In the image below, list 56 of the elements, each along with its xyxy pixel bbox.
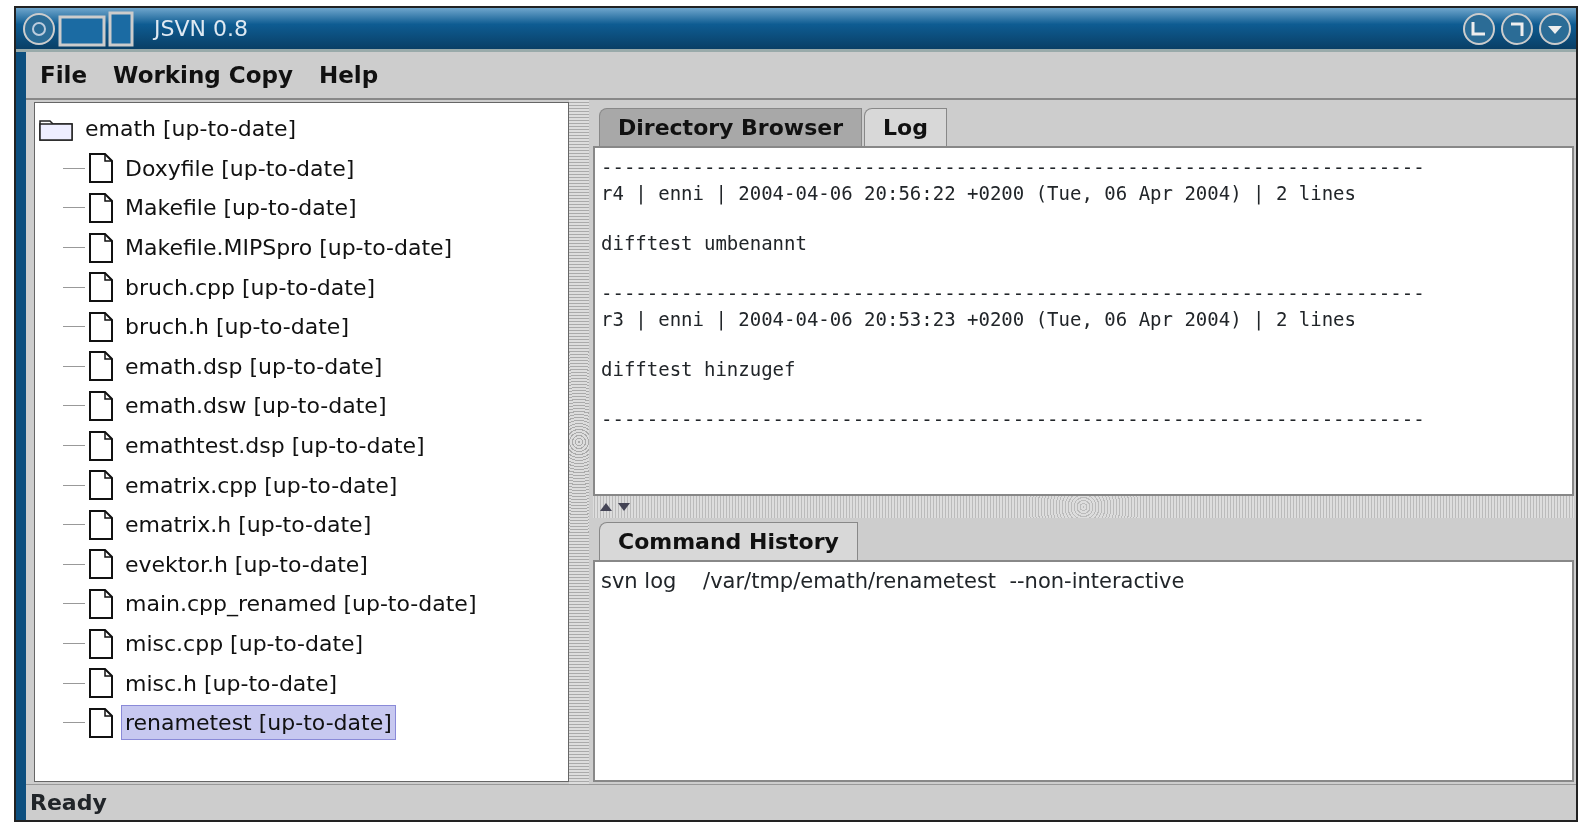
menu-item[interactable]: Help — [318, 57, 379, 93]
file-icon — [89, 628, 113, 659]
file-icon — [89, 232, 113, 263]
tab[interactable]: Directory Browser — [599, 108, 863, 146]
tree-item[interactable]: Doxyfile [up-to-date] — [121, 150, 359, 186]
tree-item[interactable]: misc.h [up-to-date] — [121, 665, 342, 701]
menu-item[interactable]: File — [40, 57, 88, 93]
file-icon — [89, 509, 113, 540]
minimize-icon[interactable] — [1462, 11, 1496, 46]
tree-item[interactable]: Makefile [up-to-date] — [121, 190, 361, 226]
file-icon — [89, 272, 113, 303]
log-message: difftest umbenannt — [601, 231, 808, 256]
window-title: JSVN 0.8 — [154, 15, 248, 43]
file-icon — [89, 390, 113, 421]
separator-line: ------------------------------------------------------------------------ — [601, 281, 1426, 306]
file-icon — [89, 588, 113, 619]
file-icon — [89, 193, 113, 223]
window-menu-icon[interactable] — [22, 11, 56, 46]
window-shade-icon[interactable] — [56, 10, 136, 47]
file-icon — [89, 470, 113, 501]
file-icon — [89, 668, 113, 699]
file-icon — [89, 351, 113, 382]
expand-down-icon[interactable] — [617, 502, 631, 512]
tree-item[interactable]: bruch.cpp [up-to-date] — [121, 269, 380, 305]
file-icon — [89, 549, 113, 580]
tree-item[interactable]: emath.dsw [up-to-date] — [121, 388, 391, 424]
tree-item[interactable]: Makefile.MIPSpro [up-to-date] — [121, 230, 457, 266]
file-icon — [89, 430, 113, 461]
tree-item[interactable]: renametest [up-to-date] — [121, 705, 396, 741]
log-entry-header: r4 | enni | 2004-04-06 20:56:22 +0200 (Tue, 06 Apr 2004) | 2 lines — [601, 181, 1357, 206]
file-icon — [89, 707, 113, 738]
close-icon[interactable] — [1538, 11, 1572, 46]
log-entry-header: r3 | enni | 2004-04-06 20:53:23 +0200 (Tue, 06 Apr 2004) | 2 lines — [601, 307, 1357, 332]
tree-item[interactable]: main.cpp_renamed [up-to-date] — [121, 586, 481, 622]
menu-item[interactable]: Working Copy — [113, 57, 293, 93]
tab[interactable]: Log — [864, 108, 947, 146]
tree-item[interactable]: emath [up-to-date] — [81, 111, 301, 147]
tree-item[interactable]: ematrix.cpp [up-to-date] — [121, 467, 402, 503]
file-icon — [89, 311, 113, 342]
tree-item[interactable]: misc.cpp [up-to-date] — [121, 626, 368, 661]
file-icon — [89, 153, 113, 184]
separator-line: ------------------------------------------------------------------------ — [601, 407, 1426, 432]
expand-up-icon[interactable] — [599, 502, 613, 512]
splitter-handle[interactable] — [593, 496, 1574, 518]
status-text: Ready — [30, 789, 107, 817]
tree-item[interactable]: bruch.h [up-to-date] — [121, 309, 353, 345]
command-entry: svn log /var/tmp/emath/renametest --non-interactive — [601, 568, 1186, 594]
splitter-handle[interactable] — [569, 100, 589, 784]
tree-item[interactable]: emath.dsp [up-to-date] — [121, 348, 387, 384]
log-message: difftest hinzugef — [601, 357, 797, 382]
maximize-icon[interactable] — [1500, 11, 1534, 46]
tree-item[interactable]: ematrix.h [up-to-date] — [121, 507, 376, 543]
tree-item[interactable]: emathtest.dsp [up-to-date] — [121, 428, 429, 464]
separator-line: ------------------------------------------------------------------------ — [601, 155, 1426, 180]
tab[interactable]: Command History — [599, 522, 858, 560]
tree-item[interactable]: evektor.h [up-to-date] — [121, 546, 372, 582]
